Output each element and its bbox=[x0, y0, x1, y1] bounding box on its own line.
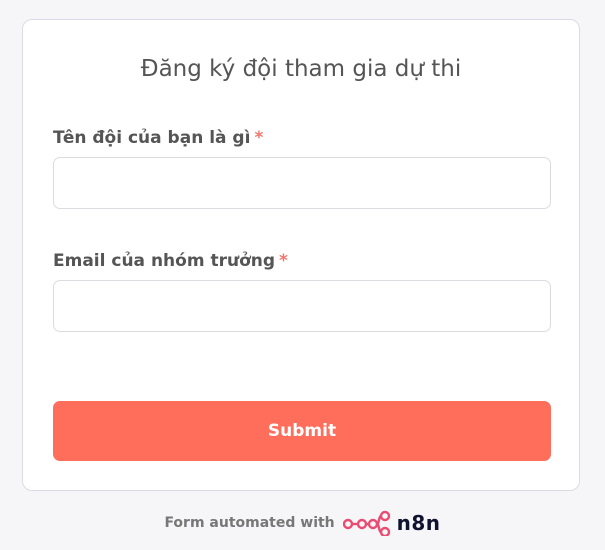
form-title: Đăng ký đội tham gia dự thi bbox=[140, 56, 462, 82]
form-card: Đăng ký đội tham gia dự thi Tên đội của … bbox=[22, 19, 580, 491]
team-name-label: Tên đội của bạn là gì * bbox=[53, 127, 263, 149]
leader-email-input[interactable] bbox=[53, 280, 551, 332]
n8n-brand-link[interactable]: n8n bbox=[342, 510, 441, 538]
n8n-logo-icon bbox=[342, 510, 393, 538]
team-name-label-text: Tên đội của bạn là gì bbox=[53, 128, 251, 148]
footer-text: Form automated with bbox=[164, 515, 335, 531]
n8n-brand-name: n8n bbox=[396, 511, 441, 535]
leader-email-label-text: Email của nhóm trưởng bbox=[53, 251, 276, 271]
form-page: Đăng ký đội tham gia dự thi Tên đội của … bbox=[0, 0, 605, 550]
submit-button[interactable]: Submit bbox=[53, 401, 551, 461]
leader-email-label: Email của nhóm trưởng * bbox=[53, 250, 288, 272]
required-asterisk: * bbox=[254, 128, 264, 148]
required-asterisk: * bbox=[279, 251, 288, 271]
footer: Form automated with n8n bbox=[0, 508, 605, 538]
team-name-input[interactable] bbox=[53, 157, 551, 209]
